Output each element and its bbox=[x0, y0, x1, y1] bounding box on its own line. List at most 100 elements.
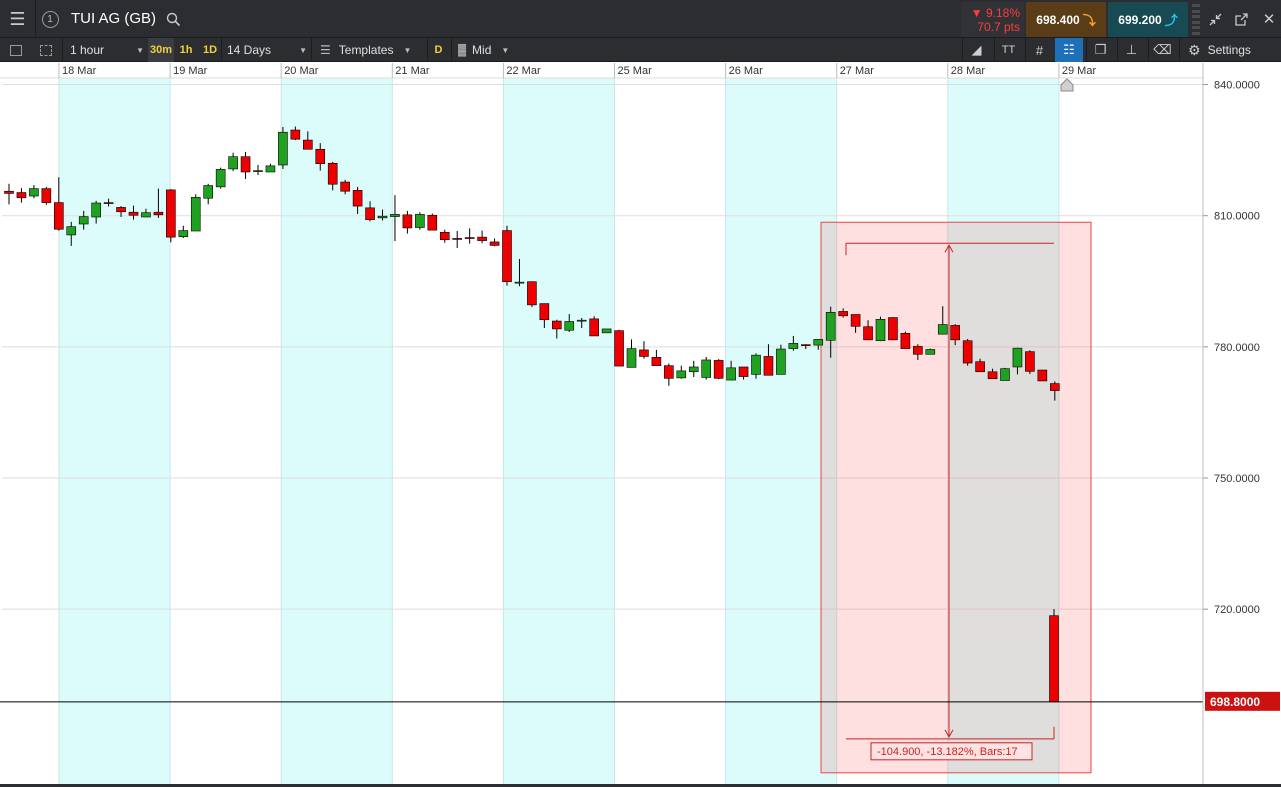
templates-select[interactable]: ☰ Templates ▼ bbox=[311, 38, 425, 62]
templates-label: Templates bbox=[338, 43, 394, 57]
price-type-value: Mid bbox=[472, 43, 492, 57]
candle-up bbox=[253, 170, 263, 172]
buy-button[interactable]: 699.200 ⤴ bbox=[1108, 2, 1188, 37]
quick-interval-1d[interactable]: 1D bbox=[199, 38, 221, 62]
text-tool-icon[interactable]: TT bbox=[994, 38, 1022, 62]
candle-down bbox=[402, 214, 413, 229]
candle-down bbox=[464, 237, 475, 239]
eraser-icon[interactable]: ⌫ bbox=[1148, 38, 1176, 62]
measure-tool-icon[interactable]: ☷ bbox=[1055, 38, 1083, 62]
hamburger-menu-icon[interactable]: ☰ bbox=[0, 0, 36, 38]
candlestick-chart[interactable]: -104.900, -13.182%, Bars:17 18 Mar 19 Mar… bbox=[0, 63, 1281, 784]
candle-down bbox=[240, 156, 251, 173]
list-view-icon[interactable] bbox=[10, 38, 22, 62]
chevron-down-icon: ▼ bbox=[299, 45, 307, 55]
candle-up bbox=[178, 230, 189, 237]
candle-up bbox=[190, 197, 201, 232]
candle-down bbox=[900, 332, 911, 349]
candle-down bbox=[527, 281, 537, 306]
candle-down bbox=[1037, 369, 1048, 382]
interval-value: 1 hour bbox=[70, 43, 105, 57]
quick-interval-1h[interactable]: 1h bbox=[176, 38, 196, 62]
candle-up bbox=[228, 156, 238, 170]
candle-down bbox=[365, 207, 375, 220]
candle-down bbox=[713, 360, 724, 379]
candle-down bbox=[651, 357, 662, 366]
date-label: 28 Mar bbox=[951, 65, 986, 77]
settings-button[interactable]: ⚙ Settings bbox=[1179, 38, 1281, 62]
date-label: 20 Mar bbox=[284, 65, 319, 77]
day-band bbox=[725, 63, 837, 784]
candle-up bbox=[564, 321, 575, 331]
candle-down bbox=[315, 148, 326, 164]
date-label: 21 Mar bbox=[395, 65, 430, 77]
date-label: 18 Mar bbox=[62, 65, 97, 77]
depth-bars-icon[interactable] bbox=[1192, 4, 1200, 35]
candle-up bbox=[688, 366, 699, 373]
price-label: 780.0000 bbox=[1214, 342, 1260, 354]
candle-down bbox=[1049, 615, 1059, 703]
up-arrow-icon: ⤴ bbox=[1164, 13, 1178, 28]
crosshair-grid-icon[interactable]: # bbox=[1025, 38, 1053, 62]
candle-down bbox=[352, 190, 363, 207]
candle-down bbox=[327, 162, 338, 185]
candle-down bbox=[41, 188, 52, 203]
templates-icon: ☰ bbox=[320, 43, 331, 57]
candle-down bbox=[489, 241, 500, 246]
draw-line-icon[interactable]: ◢ bbox=[962, 38, 990, 62]
candle-up bbox=[215, 169, 226, 188]
step-indicator-icon[interactable]: 1 bbox=[37, 0, 63, 38]
candle-up bbox=[751, 354, 761, 375]
candle-down bbox=[103, 202, 114, 204]
candle-up bbox=[601, 328, 612, 334]
candle-up bbox=[415, 214, 425, 228]
current-price-label: 698.8000 bbox=[1210, 695, 1260, 709]
range-select[interactable]: 14 Days ▼ bbox=[221, 38, 309, 62]
minimize-icon[interactable] bbox=[1204, 0, 1226, 38]
candle-up bbox=[390, 214, 400, 217]
interval-select[interactable]: 1 hour ▼ bbox=[62, 38, 146, 62]
sell-button[interactable]: 698.400 ⤵ bbox=[1026, 2, 1106, 37]
candle-up bbox=[576, 319, 587, 322]
popout-icon[interactable] bbox=[1230, 0, 1252, 38]
candle-down bbox=[302, 139, 313, 150]
close-icon[interactable]: ✕ bbox=[1258, 0, 1280, 38]
price-chart[interactable]: -104.900, -13.182%, Bars:17 18 Mar 19 Mar… bbox=[0, 63, 1281, 787]
candle-down bbox=[614, 330, 624, 367]
candle-up bbox=[1000, 368, 1010, 381]
buy-price: 699.200 bbox=[1118, 12, 1162, 27]
instrument-header: ☰ 1 TUI AG (GB) ▼ 9.18% 70.7 pts 698.400… bbox=[0, 0, 1281, 38]
quick-interval-30m[interactable]: 30m bbox=[148, 38, 174, 62]
candle-down bbox=[116, 207, 126, 213]
chevron-down-icon: ▼ bbox=[136, 45, 144, 55]
candle-down bbox=[53, 202, 64, 230]
chevron-down-icon: ▼ bbox=[403, 45, 412, 55]
candle-up bbox=[78, 216, 89, 225]
candle-up bbox=[776, 348, 786, 375]
instrument-name[interactable]: TUI AG (GB) bbox=[71, 10, 156, 27]
candle-up bbox=[141, 212, 151, 218]
candle-down bbox=[551, 320, 562, 330]
candle-up bbox=[726, 367, 736, 381]
day-band bbox=[503, 63, 615, 784]
price-label: 720.0000 bbox=[1214, 604, 1260, 616]
candle-up bbox=[925, 349, 936, 355]
candle-up bbox=[91, 202, 101, 218]
price-label: 810.0000 bbox=[1214, 211, 1260, 223]
candle-up bbox=[937, 324, 948, 335]
d-badge[interactable]: D bbox=[427, 38, 449, 62]
measure-label: -104.900, -13.182%, Bars:17 bbox=[877, 746, 1018, 758]
search-icon[interactable] bbox=[162, 0, 184, 38]
layout-icon[interactable] bbox=[40, 38, 52, 62]
date-label: 22 Mar bbox=[506, 65, 541, 77]
price-type-select[interactable]: ▓ Mid ▼ bbox=[451, 38, 529, 62]
date-label: 27 Mar bbox=[840, 65, 875, 77]
candle-up bbox=[813, 339, 824, 346]
duplicate-icon[interactable]: ❐ bbox=[1086, 38, 1114, 62]
candle-down bbox=[16, 192, 27, 199]
candle-down bbox=[439, 232, 450, 241]
indicator-icon[interactable]: ⊥ bbox=[1117, 38, 1145, 62]
candle-down bbox=[950, 325, 961, 341]
candle-down bbox=[502, 230, 512, 283]
candle-up bbox=[377, 215, 388, 219]
